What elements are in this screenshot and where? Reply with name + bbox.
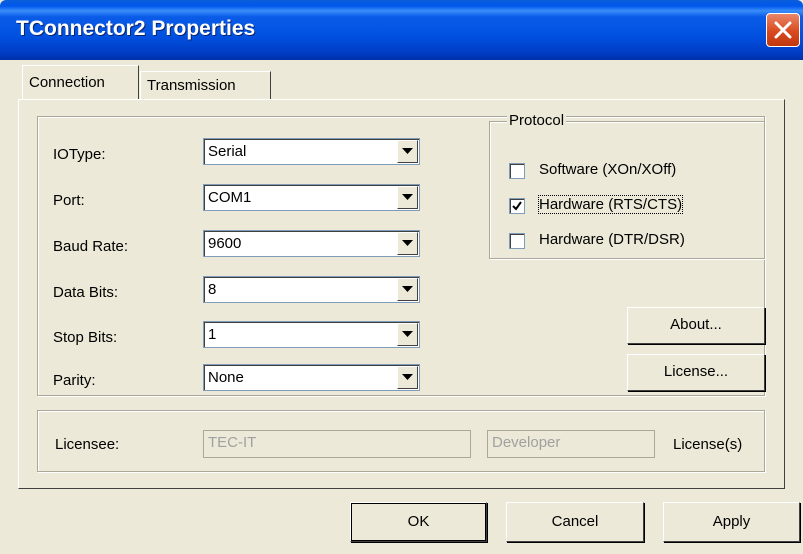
apply-button[interactable]: Apply — [663, 502, 800, 542]
close-button[interactable] — [766, 13, 800, 47]
title-bar[interactable]: TConnector2 Properties — [0, 0, 803, 60]
stop-bits-select[interactable]: 1 — [203, 321, 420, 348]
chevron-down-icon — [402, 194, 413, 200]
tab-connection[interactable]: Connection — [22, 65, 139, 99]
tab-connection-label: Connection — [29, 74, 105, 91]
licenses-label: License(s) — [673, 436, 743, 453]
baud-rate-label: Baud Rate: — [53, 238, 129, 255]
software-xon-xoff-label: Software (XOn/XOff) — [539, 161, 677, 178]
connection-panel: IOType: Serial Port: COM1 Baud Rate: 960… — [18, 99, 785, 489]
port-value: COM1 — [208, 189, 252, 206]
close-icon — [774, 21, 792, 39]
baud-rate-select[interactable]: 9600 — [203, 230, 420, 257]
data-bits-select[interactable]: 8 — [203, 276, 420, 303]
baud-rate-dropdown-button[interactable] — [397, 232, 418, 255]
license-button[interactable]: License... — [627, 354, 765, 391]
iotype-label: IOType: — [53, 146, 106, 163]
parity-dropdown-button[interactable] — [397, 366, 418, 389]
data-bits-value: 8 — [208, 281, 217, 298]
protocol-legend: Protocol — [507, 112, 567, 129]
software-xon-xoff-checkbox[interactable] — [509, 163, 525, 179]
licensee-name-field: TEC-IT — [203, 430, 471, 458]
tab-transmission[interactable]: Transmission — [140, 71, 271, 99]
hardware-dtr-dsr-label: Hardware (DTR/DSR) — [539, 231, 685, 248]
about-button[interactable]: About... — [627, 307, 765, 344]
parity-select[interactable]: None — [203, 364, 420, 391]
hardware-rts-cts-checkbox[interactable] — [509, 198, 525, 214]
port-label: Port: — [53, 192, 85, 209]
parity-label: Parity: — [53, 372, 96, 389]
data-bits-label: Data Bits: — [53, 284, 119, 301]
ok-button[interactable]: OK — [350, 502, 487, 542]
cancel-button[interactable]: Cancel — [506, 502, 644, 542]
stop-bits-value: 1 — [208, 326, 217, 343]
window-title: TConnector2 Properties — [16, 17, 256, 40]
license-type-field: Developer — [487, 430, 655, 458]
stop-bits-label: Stop Bits: — [53, 329, 118, 346]
baud-rate-value: 9600 — [208, 235, 242, 252]
chevron-down-icon — [402, 148, 413, 154]
iotype-dropdown-button[interactable] — [397, 140, 418, 163]
chevron-down-icon — [402, 374, 413, 380]
licensee-label: Licensee: — [55, 436, 120, 453]
iotype-select[interactable]: Serial — [203, 138, 420, 165]
port-select[interactable]: COM1 — [203, 184, 420, 211]
iotype-value: Serial — [208, 143, 247, 160]
parity-value: None — [208, 369, 244, 386]
chevron-down-icon — [402, 286, 413, 292]
stop-bits-dropdown-button[interactable] — [397, 323, 418, 346]
chevron-down-icon — [402, 240, 413, 246]
checkmark-icon — [512, 201, 522, 211]
port-dropdown-button[interactable] — [397, 186, 418, 209]
chevron-down-icon — [402, 331, 413, 337]
data-bits-dropdown-button[interactable] — [397, 278, 418, 301]
tab-transmission-label: Transmission — [147, 77, 236, 94]
hardware-dtr-dsr-checkbox[interactable] — [509, 233, 525, 249]
hardware-rts-cts-label: Hardware (RTS/CTS) — [537, 195, 684, 214]
